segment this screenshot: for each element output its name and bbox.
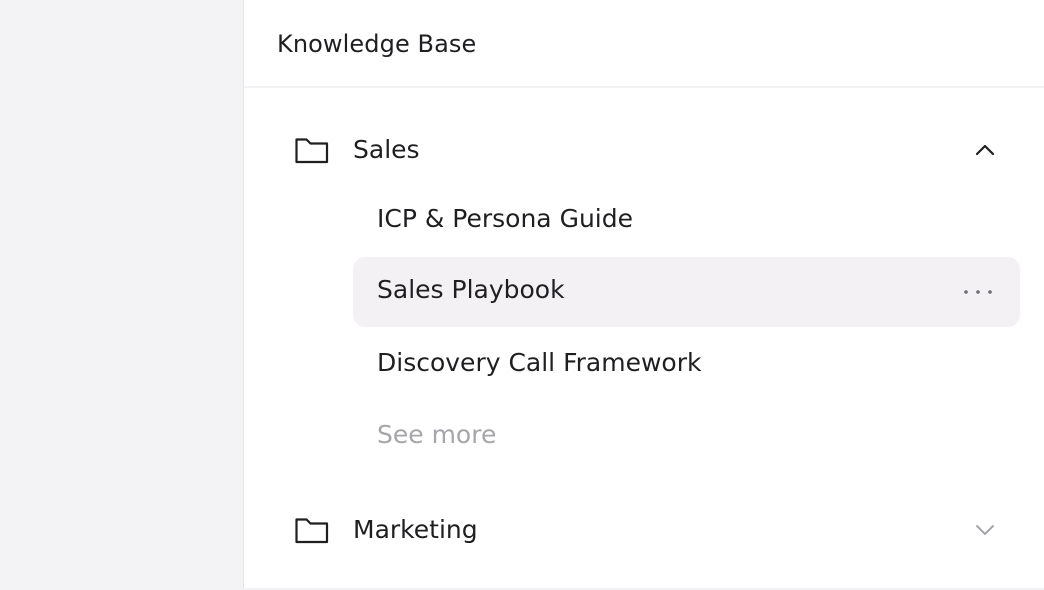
doc-item-icp-persona-guide[interactable]: ICP & Persona Guide	[353, 186, 1020, 256]
doc-item-label: ICP & Persona Guide	[377, 204, 633, 233]
chevron-up-icon[interactable]	[972, 139, 998, 161]
folder-label-sales: Sales	[353, 135, 420, 164]
folder-row-sales[interactable]: Sales	[244, 124, 1044, 174]
panel-header: Knowledge Base	[244, 0, 1044, 88]
chevron-down-icon[interactable]	[972, 519, 998, 541]
folder-icon	[294, 515, 330, 545]
see-more-link[interactable]: See more	[353, 402, 1020, 472]
see-more-label: See more	[377, 420, 497, 449]
knowledge-base-app: Knowledge Base Sales ICP & Persona Guide…	[0, 0, 1044, 590]
more-horizontal-icon[interactable]	[962, 283, 994, 301]
folder-label-marketing: Marketing	[353, 515, 478, 544]
folder-row-marketing[interactable]: Marketing	[244, 504, 1044, 554]
folder-icon	[294, 135, 330, 165]
knowledge-base-panel: Knowledge Base Sales ICP & Persona Guide…	[243, 0, 1044, 588]
page-title: Knowledge Base	[277, 30, 477, 58]
left-sidebar-area	[0, 0, 243, 590]
doc-item-label: Discovery Call Framework	[377, 348, 702, 377]
doc-item-label: Sales Playbook	[377, 275, 565, 304]
doc-item-discovery-call-framework[interactable]: Discovery Call Framework	[353, 330, 1020, 400]
doc-item-sales-playbook[interactable]: Sales Playbook	[353, 257, 1020, 327]
